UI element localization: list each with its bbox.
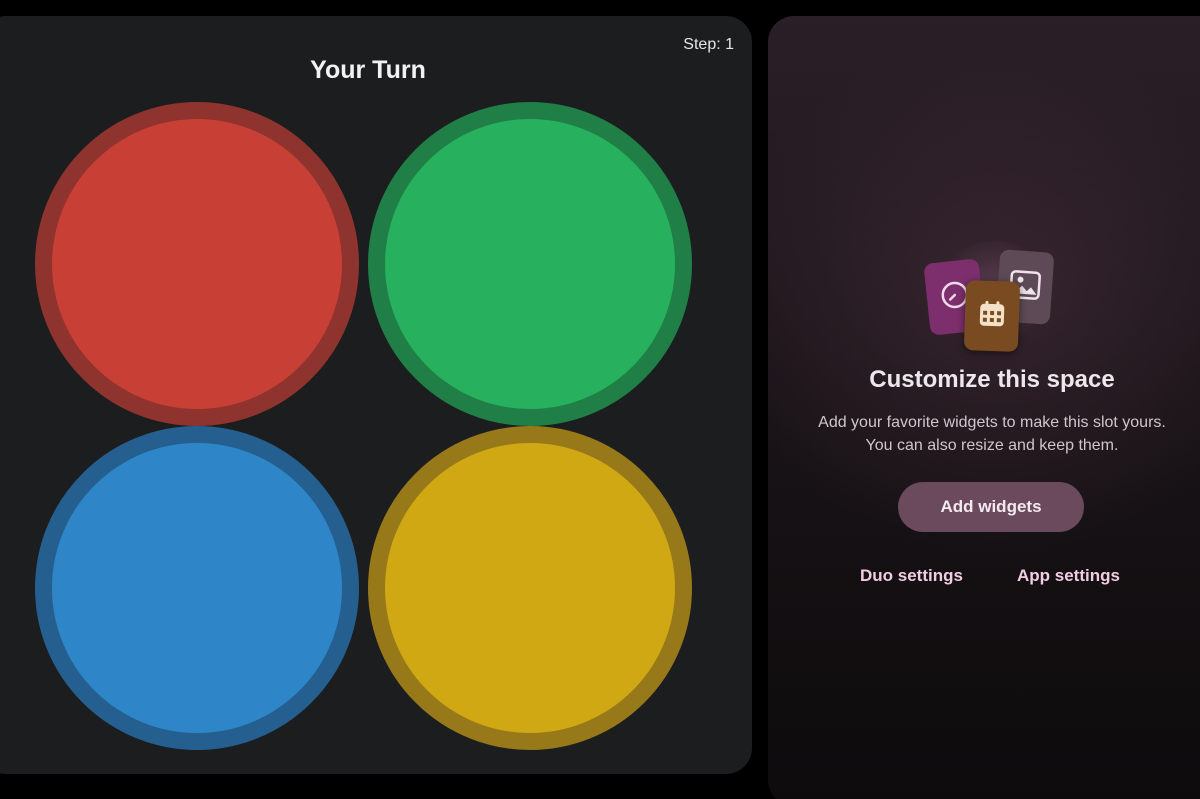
add-widgets-button[interactable]: Add widgets	[898, 482, 1084, 532]
customize-description: Add your favorite widgets to make this s…	[778, 411, 1200, 457]
app-settings-link[interactable]: App settings	[1017, 566, 1120, 586]
game-panel: Step: 1 Your Turn	[0, 16, 752, 774]
screen: Step: 1 Your Turn Customize this space A…	[0, 0, 1200, 799]
widget-icon-cluster	[923, 231, 1058, 352]
description-line-1: Add your favorite widgets to make this s…	[818, 414, 1166, 431]
red-pad-button[interactable]	[35, 102, 359, 426]
turn-title: Your Turn	[310, 56, 426, 84]
calendar-widget-card	[963, 280, 1021, 352]
calendar-icon	[976, 298, 1007, 334]
description-line-2: You can also resize and keep them.	[865, 437, 1119, 454]
duo-settings-link[interactable]: Duo settings	[860, 566, 963, 586]
customize-title: Customize this space	[869, 366, 1115, 393]
widget-placeholder-panel: Customize this space Add your favorite w…	[768, 16, 1200, 799]
yellow-pad-button[interactable]	[368, 426, 692, 750]
blue-pad-button[interactable]	[35, 426, 359, 750]
green-pad-button[interactable]	[368, 102, 692, 426]
step-counter: Step: 1	[683, 36, 734, 53]
